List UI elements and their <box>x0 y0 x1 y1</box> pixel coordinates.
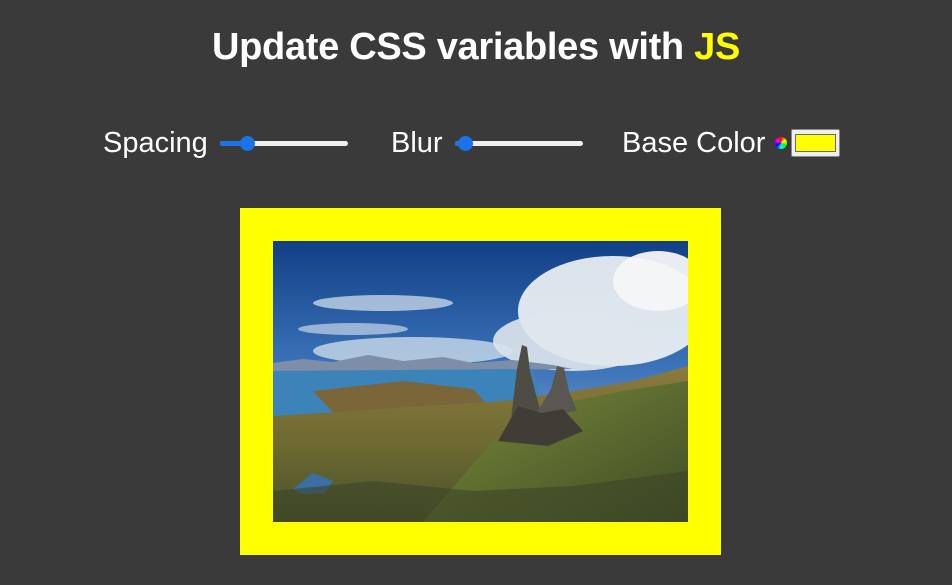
spacing-control: Spacing <box>103 123 348 163</box>
blur-slider-thumb[interactable] <box>457 136 473 151</box>
controls: Spacing Blur Base Color <box>0 123 952 163</box>
spacing-slider-thumb[interactable] <box>239 136 255 151</box>
blur-label: Blur <box>391 126 443 159</box>
blur-slider-track <box>454 141 583 146</box>
color-wheel-icon <box>775 137 788 149</box>
page-title: Update CSS variables with JS <box>0 26 952 69</box>
title-highlight: JS <box>694 26 740 68</box>
page: Update CSS variables with JS Spacing Blu… <box>0 0 952 585</box>
blur-control: Blur <box>391 123 583 163</box>
blur-slider[interactable] <box>454 134 583 152</box>
base-color-control: Base Color <box>622 123 841 163</box>
image-frame <box>240 208 721 555</box>
landscape-photo <box>273 241 688 522</box>
spacing-label: Spacing <box>103 126 208 159</box>
base-color-label: Base Color <box>622 126 766 159</box>
spacing-slider[interactable] <box>219 134 348 152</box>
base-color-input[interactable] <box>791 129 841 157</box>
base-color-swatch <box>795 134 837 152</box>
title-text: Update CSS variables with <box>211 26 695 68</box>
